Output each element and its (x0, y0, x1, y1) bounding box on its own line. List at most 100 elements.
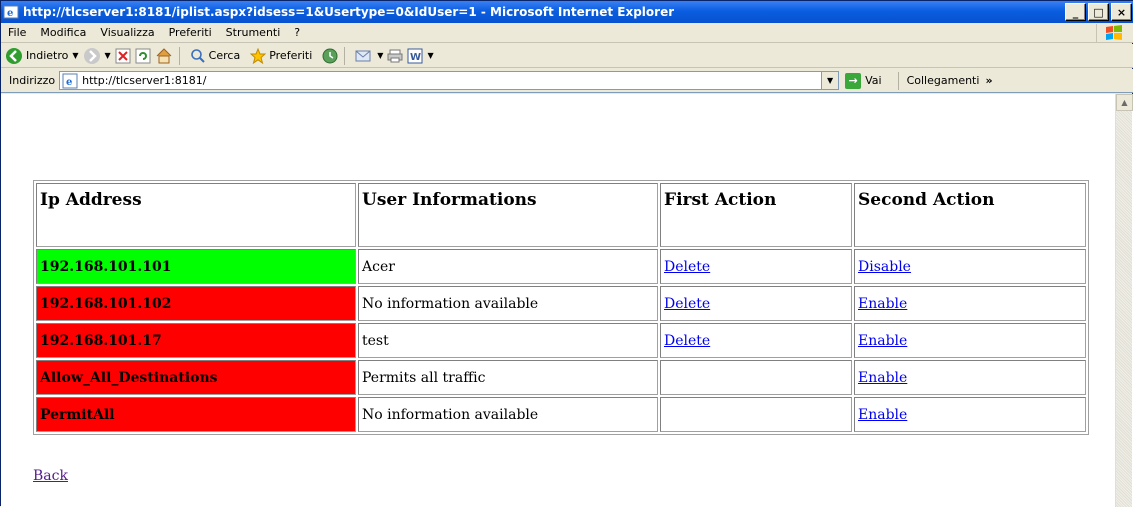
back-arrow-icon (6, 47, 22, 64)
address-bar: Indirizzo e ▼ → Vai Collegamenti » (1, 69, 1133, 93)
ip-cell: PermitAll (36, 397, 356, 432)
header-ip-address: Ip Address (36, 183, 356, 247)
first-action-cell (660, 360, 852, 395)
menu-strumenti[interactable]: Strumenti (219, 26, 288, 39)
search-icon (190, 48, 205, 63)
first-action-cell: Delete (660, 286, 852, 321)
menu-visualizza[interactable]: Visualizza (93, 26, 161, 39)
stop-icon (115, 48, 131, 63)
search-button[interactable]: Cerca (190, 48, 241, 64)
go-arrow-icon: → (845, 72, 862, 89)
enable-link[interactable]: Enable (858, 296, 907, 312)
go-button[interactable]: → Vai (845, 72, 882, 89)
browser-window: e http://tlcserver1:8181/iplist.aspx?ids… (0, 0, 1133, 507)
chevron-down-icon[interactable]: ▼ (377, 51, 383, 60)
table-row: PermitAll No information available Enabl… (36, 397, 1086, 432)
enable-link[interactable]: Enable (858, 407, 907, 423)
info-cell: test (358, 323, 658, 358)
menu-bar: File Modifica Visualizza Preferiti Strum… (1, 23, 1133, 43)
info-cell: Permits all traffic (358, 360, 658, 395)
enable-link[interactable]: Enable (858, 370, 907, 386)
ip-list-table: Ip Address User Informations First Actio… (33, 180, 1089, 435)
forward-button[interactable]: ▼ (83, 47, 111, 65)
mail-icon (355, 50, 371, 61)
menu-modifica[interactable]: Modifica (33, 26, 93, 39)
menu-file[interactable]: File (1, 26, 33, 39)
address-label: Indirizzo (9, 74, 56, 87)
address-input[interactable] (82, 74, 823, 87)
print-button[interactable] (387, 48, 403, 64)
links-more-icon[interactable]: » (985, 74, 992, 87)
title-bar[interactable]: e http://tlcserver1:8181/iplist.aspx?ids… (1, 1, 1133, 23)
window-title: http://tlcserver1:8181/iplist.aspx?idses… (23, 5, 675, 19)
refresh-icon (135, 48, 151, 63)
first-action-cell: Delete (660, 323, 852, 358)
printer-icon (387, 49, 403, 62)
toolbar-separator (178, 46, 180, 65)
disable-link[interactable]: Disable (858, 259, 911, 275)
forward-arrow-icon (83, 47, 100, 64)
toolbar-separator (344, 46, 346, 65)
favorites-button-label: Preferiti (269, 49, 313, 62)
second-action-cell: Enable (854, 360, 1086, 395)
address-box[interactable]: e ▼ (59, 71, 840, 90)
second-action-cell: Disable (854, 249, 1086, 284)
back-link[interactable]: Back (33, 468, 68, 484)
address-separator (897, 71, 899, 90)
svg-text:e: e (7, 8, 13, 19)
table-row: 192.168.101.17 test Delete Enable (36, 323, 1086, 358)
minimize-button[interactable]: _ (1065, 3, 1086, 21)
search-button-label: Cerca (208, 49, 241, 62)
address-dropdown-icon[interactable]: ▼ (821, 72, 839, 89)
back-button[interactable]: Indietro ▼ (5, 47, 79, 65)
page-viewport: Ip Address User Informations First Actio… (1, 94, 1113, 507)
chevron-down-icon[interactable]: ▼ (105, 51, 111, 60)
table-header-row: Ip Address User Informations First Actio… (36, 183, 1086, 247)
toolbar: Indietro ▼ ▼ Cerca Preferiti ▼ W ▼ (1, 44, 1133, 68)
ie-page-icon: e (62, 73, 78, 88)
back-button-label: Indietro (26, 49, 69, 62)
delete-link[interactable]: Delete (664, 259, 710, 275)
svg-text:W: W (410, 52, 421, 63)
header-user-informations: User Informations (358, 183, 658, 247)
ie-icon: e (3, 5, 19, 19)
header-second-action: Second Action (854, 183, 1086, 247)
ip-cell: 192.168.101.101 (36, 249, 356, 284)
table-row: 192.168.101.102 No information available… (36, 286, 1086, 321)
refresh-button[interactable] (135, 48, 151, 64)
ip-cell: 192.168.101.102 (36, 286, 356, 321)
second-action-cell: Enable (854, 323, 1086, 358)
word-button[interactable]: W ▼ (407, 48, 434, 64)
delete-link[interactable]: Delete (664, 296, 710, 312)
chevron-down-icon[interactable]: ▼ (72, 51, 78, 60)
ip-cell: 192.168.101.17 (36, 323, 356, 358)
favorites-button[interactable]: Preferiti (250, 47, 313, 64)
home-icon (156, 47, 172, 63)
history-icon (322, 48, 338, 63)
page-content: Ip Address User Informations First Actio… (1, 94, 1133, 507)
enable-link[interactable]: Enable (858, 333, 907, 349)
info-cell: No information available (358, 286, 658, 321)
second-action-cell: Enable (854, 397, 1086, 432)
ip-cell: Allow_All_Destinations (36, 360, 356, 395)
svg-text:e: e (66, 77, 72, 88)
table-row: Allow_All_Destinations Permits all traff… (36, 360, 1086, 395)
links-button[interactable]: Collegamenti (907, 74, 980, 87)
first-action-cell (660, 397, 852, 432)
vertical-scrollbar[interactable]: ▲ (1115, 94, 1133, 507)
menu-help[interactable]: ? (287, 26, 307, 39)
header-first-action: First Action (660, 183, 852, 247)
menu-preferiti[interactable]: Preferiti (162, 26, 219, 39)
maximize-button[interactable]: □ (1088, 3, 1109, 21)
mail-button[interactable]: ▼ (355, 48, 383, 64)
stop-button[interactable] (115, 48, 131, 64)
scroll-up-icon[interactable]: ▲ (1116, 94, 1133, 111)
info-cell: Acer (358, 249, 658, 284)
delete-link[interactable]: Delete (664, 333, 710, 349)
star-icon (250, 47, 267, 64)
info-cell: No information available (358, 397, 658, 432)
close-button[interactable]: × (1111, 3, 1132, 21)
history-button[interactable] (322, 48, 338, 64)
chevron-down-icon[interactable]: ▼ (427, 51, 433, 60)
home-button[interactable] (155, 47, 173, 65)
